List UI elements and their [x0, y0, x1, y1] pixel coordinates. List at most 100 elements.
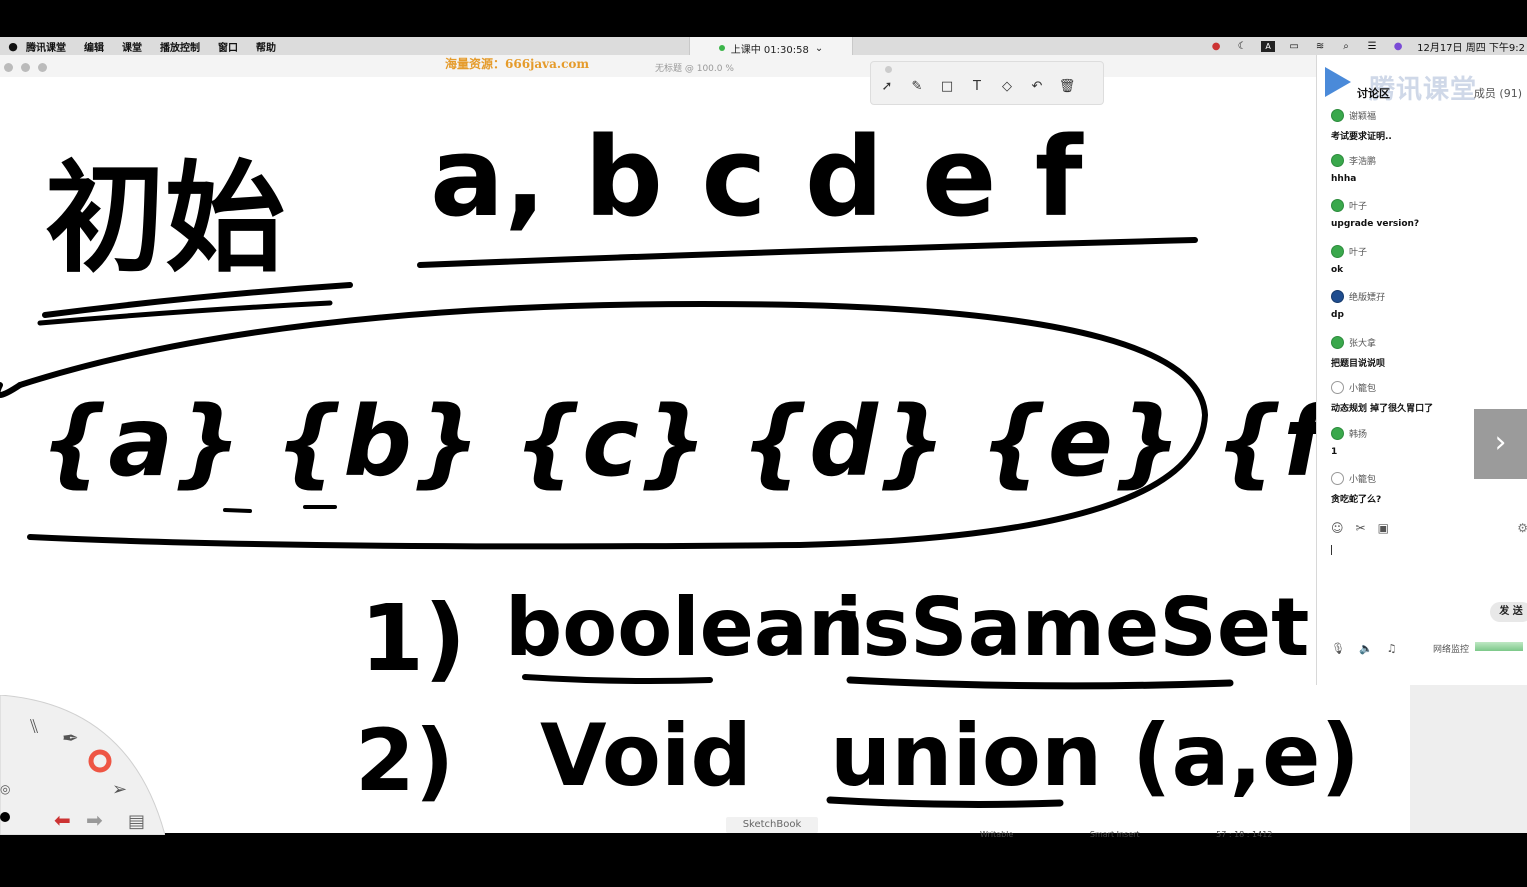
item-number-1: 1): [360, 585, 466, 692]
chat-message: 叶子 upgrade version?: [1331, 199, 1419, 229]
menu-playback[interactable]: 播放控制: [160, 39, 200, 54]
editor-mode: Writable: [980, 830, 1014, 839]
chat-username[interactable]: 小籠包: [1349, 472, 1376, 485]
tab-members[interactable]: 成员 (91): [1474, 85, 1522, 101]
next-slide-button[interactable]: ›: [1474, 409, 1527, 479]
user-avatar-icon[interactable]: [1331, 109, 1344, 122]
handwritten-boolean: boolean: [505, 581, 865, 674]
select-tool-icon[interactable]: ➢: [112, 779, 127, 800]
menu-app[interactable]: 腾讯课堂: [26, 39, 66, 54]
chat-text: 1: [1331, 447, 1338, 457]
chat-text: hhha: [1331, 174, 1357, 184]
chat-message: 张大拿 把题目说说呗: [1331, 336, 1385, 369]
handwritten-void: Void: [540, 706, 752, 806]
input-method-icon[interactable]: A: [1261, 40, 1276, 52]
network-monitor-label[interactable]: 网络监控: [1433, 642, 1469, 655]
chat-input-tools: ☺ ✂ ▣: [1331, 521, 1389, 535]
menu-window[interactable]: 窗口: [218, 39, 238, 54]
tab-discussion[interactable]: 讨论区: [1357, 85, 1390, 101]
handwritten-sets: {a} {b} {c} {d} {e} {f}: [40, 386, 1393, 498]
editor-cursor-position: 57 : 18 : 1412: [1216, 830, 1273, 839]
siri-icon[interactable]: ●: [1391, 41, 1405, 52]
chat-text: ok: [1331, 265, 1344, 275]
chat-message: 叶子 ok: [1331, 245, 1367, 275]
redo-arrow-icon[interactable]: ➡: [86, 808, 103, 832]
battery-icon: ▭: [1289, 40, 1299, 52]
network-monitor-graph: [1475, 642, 1523, 651]
pen-icon[interactable]: ✒: [62, 726, 79, 750]
chat-username[interactable]: 叶子: [1349, 199, 1367, 212]
chat-message: 绝版嫖孖 dp: [1331, 290, 1385, 320]
gear-icon[interactable]: ⚙: [1517, 521, 1527, 535]
sketchbook-label: SketchBook: [726, 817, 818, 833]
chat-input-caret[interactable]: [1331, 545, 1332, 555]
user-avatar-icon[interactable]: [1331, 154, 1344, 167]
status-area: ● ☾ A ▭ ≋ ⌕ ☰ ● 12月17日 周四 下午9:2: [1209, 37, 1525, 55]
chat-header: 腾讯课堂 讨论区 成员 (91): [1317, 55, 1527, 105]
live-dot-icon: [718, 45, 725, 51]
chat-text: upgrade version?: [1331, 219, 1420, 229]
chat-message: 小籠包 贪吃蛇了么?: [1331, 472, 1381, 505]
chat-username[interactable]: 张大拿: [1349, 336, 1376, 349]
lagoon-icon[interactable]: ◎: [0, 782, 10, 796]
chat-text: 把题目说说呗: [1331, 359, 1386, 369]
microphone-icon[interactable]: 🎙: [1331, 642, 1345, 655]
chat-message: 李浩鹏 hhha: [1331, 154, 1376, 184]
menu-class[interactable]: 课堂: [122, 39, 142, 54]
chat-text: 动态规划 掉了很久胃口了: [1331, 404, 1434, 414]
ellipse-stroke: [0, 382, 23, 398]
send-button[interactable]: 发 送: [1490, 602, 1527, 622]
user-avatar-icon[interactable]: [1331, 427, 1344, 440]
user-avatar-icon[interactable]: [1331, 199, 1344, 212]
sketch-canvas[interactable]: 海量资源：666java.com 无标题 @ 100.0 % ➚ ✎ □ T ◇…: [0, 55, 1410, 835]
session-status: 上课中 01:30:58: [730, 44, 809, 56]
chevron-right-icon: ›: [1494, 425, 1507, 460]
editor-insert-mode: Smart Insert: [1089, 830, 1140, 839]
chat-text: 考试要求证明..: [1331, 132, 1392, 142]
user-avatar-icon[interactable]: [1331, 472, 1344, 485]
record-icon[interactable]: ●: [1209, 41, 1223, 52]
scissors-icon[interactable]: ✂: [1356, 521, 1366, 535]
chat-username[interactable]: 绝版嫖孖: [1349, 290, 1385, 303]
layers-icon[interactable]: ▤: [128, 811, 145, 832]
underline-stroke: [522, 674, 713, 684]
menu-help[interactable]: 帮助: [256, 39, 276, 54]
underline-stroke: [417, 237, 1198, 268]
chat-username[interactable]: 小籠包: [1349, 381, 1376, 394]
chat-text: dp: [1331, 310, 1344, 320]
handwriting-layer: 初始 a, b c d e f {a} {b} {c} {d} {e} {f} …: [0, 113, 1410, 811]
chat-username[interactable]: 李浩鹏: [1349, 154, 1376, 167]
sketchbook-radial-menu[interactable]: ⑊ ✒ ➢ ⬅ ➡ ▤ ◎: [0, 695, 165, 835]
underline-stroke: [846, 676, 1234, 690]
editor-status-strip: Writable Smart Insert 57 : 18 : 1412: [980, 830, 1346, 839]
emoji-icon[interactable]: ☺: [1331, 521, 1344, 535]
top-black-bar: [0, 0, 1527, 37]
chat-username[interactable]: 韩扬: [1349, 427, 1367, 440]
menu-edit[interactable]: 编辑: [84, 39, 104, 54]
user-avatar-icon[interactable]: [1331, 245, 1344, 258]
speaker-icon[interactable]: 🔈: [1359, 642, 1373, 655]
brush-size-dot[interactable]: [0, 812, 10, 822]
apple-icon[interactable]: ●: [0, 40, 26, 53]
image-icon[interactable]: ▣: [1378, 521, 1389, 535]
wifi-icon[interactable]: ≋: [1313, 41, 1327, 52]
dash-stroke: [223, 508, 252, 513]
search-icon[interactable]: ⌕: [1339, 41, 1353, 52]
user-avatar-icon[interactable]: [1331, 381, 1344, 394]
chat-message: 小籠包 动态规划 掉了很久胃口了: [1331, 381, 1433, 414]
moon-icon[interactable]: ☾: [1235, 41, 1249, 52]
user-avatar-icon[interactable]: [1331, 336, 1344, 349]
chat-message: 谢颖福 考试要求证明..: [1331, 109, 1392, 142]
menubar-clock[interactable]: 12月17日 周四 下午9:2: [1417, 39, 1525, 54]
undo-arrow-icon[interactable]: ⬅: [54, 808, 71, 832]
chat-text: 贪吃蛇了么?: [1331, 495, 1382, 505]
user-avatar-icon[interactable]: [1331, 290, 1344, 303]
chat-message: 韩扬 1: [1331, 427, 1367, 457]
music-icon[interactable]: ♫: [1387, 642, 1397, 655]
brush-tool-icon[interactable]: ⑊: [28, 714, 40, 738]
discussion-panel: 腾讯课堂 讨论区 成员 (91) 谢颖福 考试要求证明.. 李浩鹏 hhha 叶…: [1316, 55, 1527, 685]
background-window: [1410, 685, 1527, 833]
chat-username[interactable]: 叶子: [1349, 245, 1367, 258]
chat-username[interactable]: 谢颖福: [1349, 109, 1376, 122]
control-center-icon[interactable]: ☰: [1365, 41, 1379, 52]
